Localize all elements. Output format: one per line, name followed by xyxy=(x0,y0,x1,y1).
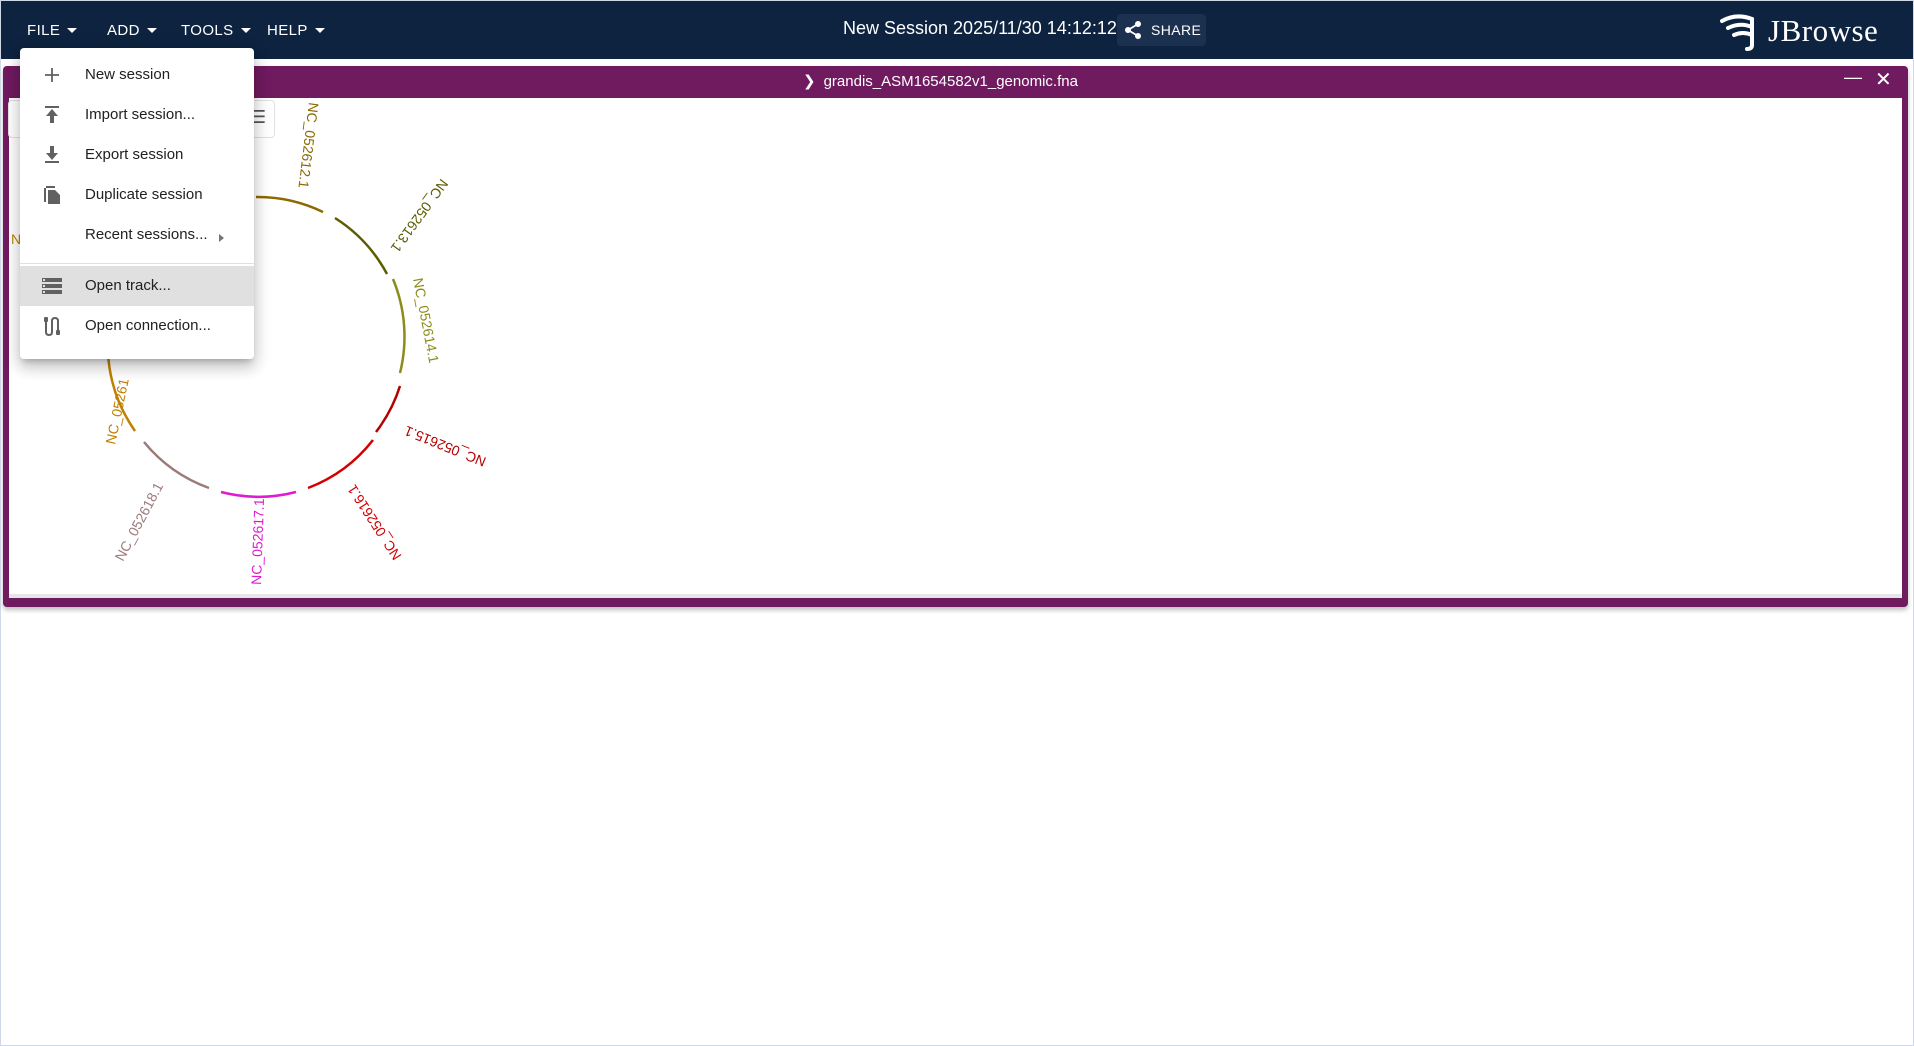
menu-item-label: Recent sessions... xyxy=(85,226,208,243)
label-nc-052615[interactable]: NC_052615.1 xyxy=(402,423,488,470)
download-icon xyxy=(41,145,63,165)
session-title[interactable]: New Session 2025/11/30 14:12:12 xyxy=(843,18,1117,39)
arc-nc-052617[interactable] xyxy=(220,490,297,499)
jbrowse-logo-icon xyxy=(1720,14,1754,51)
menu-item-label: New session xyxy=(85,66,171,83)
menu-item-label: Open connection... xyxy=(85,317,211,334)
copy-icon xyxy=(41,185,63,205)
caret-down-icon xyxy=(67,27,78,33)
view-header: ❯ grandis_ASM1654582v1_genomic.fna — ✕ xyxy=(3,66,1908,96)
menu-divider xyxy=(20,263,254,264)
tools-menu-label: TOOLS xyxy=(181,21,234,39)
help-menu-button[interactable]: HELP xyxy=(267,17,325,43)
file-dropdown-menu: New session Import session... Export ses… xyxy=(20,48,254,359)
jbrowse-logo: JBrowse xyxy=(1718,11,1878,51)
menu-item-new-session[interactable]: New session xyxy=(20,55,254,95)
label-nc-052614[interactable]: NC_052614.1 xyxy=(410,277,442,365)
caret-down-icon xyxy=(314,27,325,33)
view-horizontal-scrollbar[interactable] xyxy=(9,594,1902,598)
share-icon xyxy=(1125,21,1141,39)
view-title[interactable]: ❯ grandis_ASM1654582v1_genomic.fna xyxy=(803,72,1078,91)
arc-nc-052613[interactable] xyxy=(334,216,389,275)
menu-item-label: Import session... xyxy=(85,106,196,123)
arc-nc-052612[interactable] xyxy=(255,195,324,214)
menu-item-duplicate-session[interactable]: Duplicate session xyxy=(20,175,254,215)
menu-item-export-session[interactable]: Export session xyxy=(20,135,254,175)
circular-view-panel: ❯ grandis_ASM1654582v1_genomic.fna — ✕ N… xyxy=(3,66,1908,607)
chevron-right-icon: ❯ xyxy=(803,73,816,90)
arc-nc-052615[interactable] xyxy=(375,385,402,433)
connection-icon xyxy=(41,316,63,336)
menu-item-open-connection[interactable]: Open connection... xyxy=(20,306,254,346)
menu-item-import-session[interactable]: Import session... xyxy=(20,95,254,135)
tools-menu-button[interactable]: TOOLS xyxy=(181,17,251,43)
arc-nc-052614[interactable] xyxy=(391,278,406,374)
upload-icon xyxy=(41,105,63,125)
close-view-button[interactable]: ✕ xyxy=(1875,67,1892,92)
label-nc-052616[interactable]: NC_052616.1 xyxy=(344,482,405,563)
add-menu-button[interactable]: ADD xyxy=(107,17,157,43)
file-menu-label: FILE xyxy=(27,21,61,39)
file-menu-button[interactable]: FILE xyxy=(27,17,78,43)
label-nc-052617[interactable]: NC_052617.1 xyxy=(248,498,267,585)
menu-item-label: Open track... xyxy=(85,277,171,294)
menu-item-open-track[interactable]: Open track... xyxy=(20,266,254,306)
label-nc-052612[interactable]: NC_052612.1 xyxy=(295,102,321,190)
menu-item-label: Export session xyxy=(85,146,184,163)
label-nc-05261x[interactable]: NC_05261 xyxy=(102,377,132,446)
share-button[interactable]: SHARE xyxy=(1117,14,1206,46)
circular-view-canvas[interactable]: NC_052612.1 NC_052613.1 NC_052614.1 NC_0… xyxy=(9,98,1902,594)
caret-down-icon xyxy=(240,27,251,33)
help-menu-label: HELP xyxy=(267,21,308,39)
menu-item-recent-sessions[interactable]: Recent sessions... xyxy=(20,215,254,255)
track-icon xyxy=(41,276,63,296)
minimize-icon: — xyxy=(1844,67,1862,87)
circular-genome-plot: NC_052612.1 NC_052613.1 NC_052614.1 NC_0… xyxy=(11,102,488,585)
share-label: SHARE xyxy=(1151,22,1202,38)
app-bar: FILE ADD TOOLS HELP New Session 2025/11/… xyxy=(0,0,1914,59)
caret-down-icon xyxy=(146,27,157,33)
logo-text: JBrowse xyxy=(1768,13,1879,48)
submenu-arrow-icon xyxy=(219,234,224,242)
arc-nc-052616[interactable] xyxy=(307,439,374,490)
minimize-view-button[interactable]: — xyxy=(1844,67,1862,88)
label-nc-052618[interactable]: NC_052618.1 xyxy=(112,479,167,563)
add-menu-label: ADD xyxy=(107,21,140,39)
plus-icon xyxy=(41,65,63,85)
label-nc-052613[interactable]: NC_052613.1 xyxy=(388,176,452,255)
menu-item-label: Duplicate session xyxy=(85,186,203,203)
view-title-text: grandis_ASM1654582v1_genomic.fna xyxy=(823,72,1078,90)
close-icon: ✕ xyxy=(1875,69,1892,91)
